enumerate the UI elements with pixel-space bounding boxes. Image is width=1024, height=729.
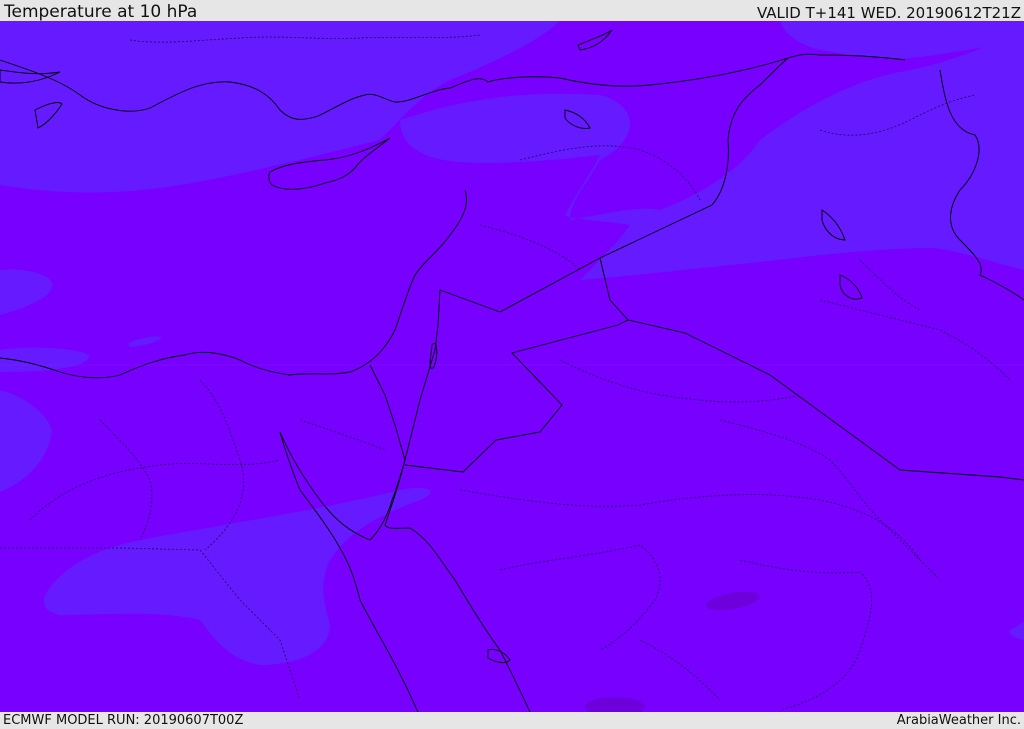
- valid-time: VALID T+141 WED. 20190612T21Z: [756, 4, 1021, 22]
- temperature-map: [0, 21, 1024, 712]
- credit-label: ArabiaWeather Inc.: [896, 713, 1021, 728]
- map-canvas: [0, 21, 1024, 712]
- footer-bar: ECMWF MODEL RUN: 20190607T00Z ArabiaWeat…: [0, 712, 1024, 729]
- model-run-label: ECMWF MODEL RUN: 20190607T00Z: [3, 713, 244, 728]
- map-title: Temperature at 10 hPa: [4, 2, 198, 22]
- header-bar: Temperature at 10 hPa VALID T+141 WED. 2…: [0, 0, 1024, 22]
